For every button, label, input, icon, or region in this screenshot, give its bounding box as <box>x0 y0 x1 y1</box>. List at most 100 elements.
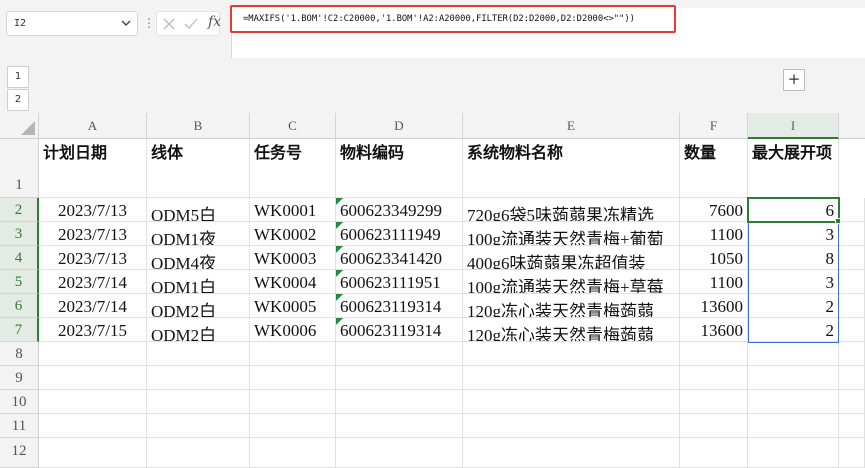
cell-material-name[interactable]: 120g冻心装天然青梅蒟蒻 <box>463 294 680 318</box>
cell-plan-date[interactable] <box>39 342 147 366</box>
cell-material-code[interactable]: 600623119314 <box>336 318 463 342</box>
cell-max-expand[interactable] <box>748 438 839 468</box>
cell-material-name[interactable]: 120g冻心装天然青梅蒟蒻 <box>463 318 680 342</box>
cell-quantity[interactable]: 1050 <box>680 246 748 270</box>
cell-material-name[interactable]: 720g6袋5味蒟蒻果冻精选 <box>463 198 680 222</box>
cell-plan-date[interactable]: 2023/7/13 <box>39 222 147 246</box>
cell-next[interactable] <box>839 318 865 342</box>
row-header-1[interactable]: 1 <box>0 139 39 198</box>
cell-line[interactable] <box>147 390 250 414</box>
outline-level-2-button[interactable]: 2 <box>7 89 29 111</box>
cell-material-code[interactable]: 600623111951 <box>336 270 463 294</box>
cell-task-no[interactable]: WK0006 <box>250 318 336 342</box>
cell-material-code[interactable]: 600623349299 <box>336 198 463 222</box>
cell-material-name[interactable]: 100g流通装天然青梅+草莓 <box>463 270 680 294</box>
cell-quantity[interactable]: 7600 <box>680 198 748 222</box>
cell-quantity[interactable]: 1100 <box>680 270 748 294</box>
name-box[interactable]: I2 <box>6 11 138 36</box>
cell-quantity[interactable]: 1100 <box>680 222 748 246</box>
row-header-11[interactable]: 11 <box>0 414 39 438</box>
cell-max-expand[interactable]: 2 <box>748 318 839 342</box>
cell-material-name[interactable] <box>463 342 680 366</box>
cell-next[interactable] <box>839 366 865 390</box>
fill-handle[interactable] <box>835 218 841 224</box>
cell-line[interactable]: ODM4夜 <box>147 246 250 270</box>
column-header-i[interactable]: I <box>748 113 839 139</box>
cell-line[interactable] <box>147 414 250 438</box>
cell-material-code[interactable]: 600623111949 <box>336 222 463 246</box>
cell-material-name[interactable] <box>463 438 680 468</box>
cell-next[interactable] <box>839 270 865 294</box>
cell-line[interactable]: ODM2白 <box>147 318 250 342</box>
cell-next[interactable] <box>839 198 865 222</box>
row-header-5[interactable]: 5 <box>0 270 39 294</box>
header-cell-line[interactable]: 线体 <box>147 139 250 198</box>
select-all-corner[interactable] <box>0 113 39 139</box>
header-cell-plan-date[interactable]: 计划日期 <box>39 139 147 198</box>
row-header-6[interactable]: 6 <box>0 294 39 318</box>
cell-max-expand[interactable] <box>748 366 839 390</box>
cell-material-code[interactable] <box>336 366 463 390</box>
cell-plan-date[interactable] <box>39 414 147 438</box>
row-header-7[interactable]: 7 <box>0 318 39 342</box>
cell-quantity[interactable]: 13600 <box>680 294 748 318</box>
cell-plan-date[interactable]: 2023/7/14 <box>39 270 147 294</box>
cell-next[interactable] <box>839 342 865 366</box>
cell-quantity[interactable]: 13600 <box>680 318 748 342</box>
cell-plan-date[interactable] <box>39 438 147 468</box>
cell-task-no[interactable]: WK0001 <box>250 198 336 222</box>
cell-max-expand[interactable]: 2 <box>748 294 839 318</box>
cell-task-no[interactable] <box>250 438 336 468</box>
cell-quantity[interactable] <box>680 342 748 366</box>
more-options-icon[interactable]: ⋮ <box>143 16 155 30</box>
column-header-next[interactable] <box>839 113 865 139</box>
cell-material-name[interactable]: 100g流通装天然青梅+葡萄 <box>463 222 680 246</box>
cell-line[interactable] <box>147 438 250 468</box>
cell-plan-date[interactable] <box>39 390 147 414</box>
cell-material-name[interactable] <box>463 390 680 414</box>
header-cell-material-code[interactable]: 物料编码 <box>336 139 463 198</box>
row-header-10[interactable]: 10 <box>0 390 39 414</box>
cell-next[interactable] <box>839 222 865 246</box>
cell-plan-date[interactable] <box>39 366 147 390</box>
confirm-icon[interactable] <box>184 18 198 30</box>
cell-line[interactable] <box>147 366 250 390</box>
cell-line[interactable]: ODM1白 <box>147 270 250 294</box>
cell-quantity[interactable] <box>680 390 748 414</box>
cell-line[interactable]: ODM1夜 <box>147 222 250 246</box>
column-header-e[interactable]: E <box>463 113 680 139</box>
cell-next[interactable] <box>839 414 865 438</box>
header-cell-task-no[interactable]: 任务号 <box>250 139 336 198</box>
cell-max-expand[interactable]: 6 <box>748 198 839 222</box>
column-header-b[interactable]: B <box>147 113 250 139</box>
cell-material-code[interactable]: 600623341420 <box>336 246 463 270</box>
cell-max-expand[interactable] <box>748 342 839 366</box>
cell-plan-date[interactable]: 2023/7/14 <box>39 294 147 318</box>
cell-material-code[interactable]: 600623119314 <box>336 294 463 318</box>
cell-task-no[interactable]: WK0005 <box>250 294 336 318</box>
cell-next[interactable] <box>839 246 865 270</box>
cell-task-no[interactable] <box>250 366 336 390</box>
cell-task-no[interactable]: WK0004 <box>250 270 336 294</box>
cell-quantity[interactable] <box>680 414 748 438</box>
cell-next[interactable] <box>839 438 865 468</box>
expand-group-button[interactable]: + <box>783 69 805 91</box>
cancel-icon[interactable] <box>163 18 175 30</box>
cell-max-expand[interactable]: 8 <box>748 246 839 270</box>
column-header-c[interactable]: C <box>250 113 336 139</box>
cell-task-no[interactable]: WK0002 <box>250 222 336 246</box>
header-cell-material-name[interactable]: 系统物料名称 <box>463 139 680 198</box>
cell-material-code[interactable] <box>336 390 463 414</box>
cell-task-no[interactable] <box>250 390 336 414</box>
insert-function-icon[interactable]: fx <box>208 14 221 30</box>
cell-plan-date[interactable]: 2023/7/13 <box>39 198 147 222</box>
cell-plan-date[interactable]: 2023/7/15 <box>39 318 147 342</box>
row-header-3[interactable]: 3 <box>0 222 39 246</box>
cell-max-expand[interactable] <box>748 414 839 438</box>
cell-material-code[interactable] <box>336 414 463 438</box>
column-header-d[interactable]: D <box>336 113 463 139</box>
column-header-f[interactable]: F <box>680 113 748 139</box>
cell-max-expand[interactable]: 3 <box>748 222 839 246</box>
cell-line[interactable]: ODM5白 <box>147 198 250 222</box>
chevron-down-icon[interactable] <box>120 17 132 29</box>
